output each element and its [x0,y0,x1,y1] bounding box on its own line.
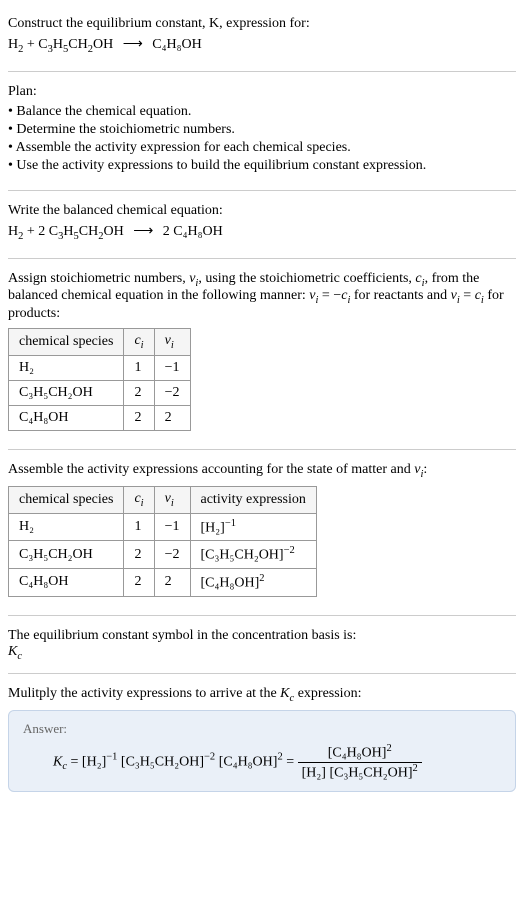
table-row: C₄H₈OH 2 2 [9,405,191,430]
cell-species: C₃H₅CH₂OH [9,380,124,405]
c4h8oh: C₄H₈OH [152,37,201,52]
balanced-heading: Write the balanced chemical equation: [8,203,516,219]
answer-box: Answer: Kc = [H₂]−1 [C₃H₅CH₂OH]−2 [C₄H₈O… [8,710,516,792]
numerator: [C₄H₈OH]2 [298,743,422,763]
cell-species: C₃H₅CH₂OH [9,541,124,569]
prompt: Construct the equilibrium constant, K, e… [8,16,310,31]
col-ci: ci [124,486,154,513]
table-row: H₂ 1 −1 [H₂]−1 [9,513,317,541]
cell-species: H₂ [9,513,124,541]
cell-ci: 1 [124,513,154,541]
c4h8oh: C₄H₈OH [173,224,222,239]
table-row: H₂ 1 −1 [9,355,191,380]
cell-species: C₄H₈OH [9,405,124,430]
cell-ci: 2 [124,568,154,596]
col-species: chemical species [9,329,124,356]
plan-item: • Balance the chemical equation. [8,104,516,120]
table-header-row: chemical species ci νi [9,329,191,356]
cell-ci: 2 [124,380,154,405]
cell-activity: [H₂]−1 [190,513,316,541]
cell-species: C₄H₈OH [9,568,124,596]
divider [8,190,516,191]
balanced-section: Write the balanced chemical equation: H2… [8,195,516,254]
multiply-section: Mulitply the activity expressions to arr… [8,678,516,800]
symbol-section: The equilibrium constant symbol in the c… [8,620,516,670]
cell-activity: [C₃H₅CH₂OH]−2 [190,541,316,569]
prompt-text: Construct the equilibrium constant, K, e… [8,16,516,32]
stoich-section: Assign stoichiometric numbers, νi, using… [8,263,516,445]
h2: H2 [8,37,23,52]
col-nui: νi [154,329,190,356]
cell-nui: −1 [154,355,190,380]
plan-list: • Balance the chemical equation. • Deter… [8,104,516,174]
stoich-text: Assign stoichiometric numbers, νi, using… [8,271,516,323]
table-row: C₃H₅CH₂OH 2 −2 [9,380,191,405]
activity-heading: Assemble the activity expressions accoun… [8,462,516,480]
table-row: C₃H₅CH₂OH 2 −2 [C₃H₅CH₂OH]−2 [9,541,317,569]
c3h5ch2oh: C3H5CH2OH [38,37,113,52]
c3h5ch2oh: C3H5CH2OH [49,224,124,239]
divider [8,673,516,674]
plan-item: • Use the activity expressions to build … [8,158,516,174]
multiply-heading: Mulitply the activity expressions to arr… [8,686,516,704]
col-nui: νi [154,486,190,513]
header-section: Construct the equilibrium constant, K, e… [8,8,516,67]
arrow-icon: ⟶ [123,36,143,53]
kc-symbol: Kc [8,644,516,662]
plan-section: Plan: • Balance the chemical equation. •… [8,76,516,186]
divider [8,71,516,72]
cell-ci: 2 [124,405,154,430]
balanced-equation: H2 + 2 C3H5CH2OH ⟶ 2 C₄H₈OH [8,223,516,242]
table-header-row: chemical species ci νi activity expressi… [9,486,317,513]
activity-section: Assemble the activity expressions accoun… [8,454,516,611]
cell-activity: [C₄H₈OH]2 [190,568,316,596]
symbol-heading: The equilibrium constant symbol in the c… [8,628,516,644]
table-row: C₄H₈OH 2 2 [C₄H₈OH]2 [9,568,317,596]
col-ci: ci [124,329,154,356]
divider [8,449,516,450]
divider [8,615,516,616]
plan-item: • Assemble the activity expression for e… [8,140,516,156]
cell-nui: −2 [154,541,190,569]
cell-nui: 2 [154,568,190,596]
cell-nui: −1 [154,513,190,541]
stoich-table: chemical species ci νi H₂ 1 −1 C₃H₅CH₂OH… [8,328,191,431]
answer-equation: Kc = [H₂]−1 [C₃H₅CH₂OH]−2 [C₄H₈OH]2 = [C… [23,743,501,781]
divider [8,258,516,259]
plan-item: • Determine the stoichiometric numbers. [8,122,516,138]
plan-heading: Plan: [8,84,516,100]
arrow-icon: ⟶ [133,223,153,240]
h2: H2 [8,224,23,239]
unbalanced-equation: H2 + C3H5CH2OH ⟶ C₄H₈OH [8,36,516,55]
cell-species: H₂ [9,355,124,380]
cell-nui: −2 [154,380,190,405]
answer-label: Answer: [23,721,501,737]
cell-ci: 2 [124,541,154,569]
activity-table: chemical species ci νi activity expressi… [8,486,317,597]
cell-ci: 1 [124,355,154,380]
col-activity: activity expression [190,486,316,513]
fraction: [C₄H₈OH]2[H₂] [C₃H₅CH₂OH]2 [298,743,422,781]
denominator: [H₂] [C₃H₅CH₂OH]2 [298,763,422,782]
col-species: chemical species [9,486,124,513]
cell-nui: 2 [154,405,190,430]
